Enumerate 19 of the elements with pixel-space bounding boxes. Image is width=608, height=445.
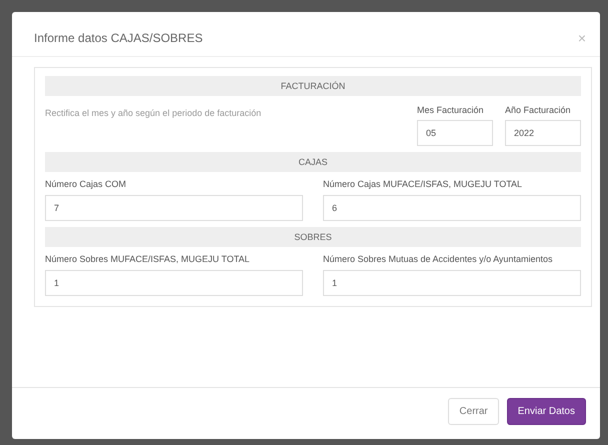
submit-button[interactable]: Enviar Datos: [506, 398, 586, 425]
input-field[interactable]: 1: [45, 270, 303, 296]
section-heading: SOBRES: [45, 227, 581, 247]
input-field[interactable]: 7: [45, 195, 303, 221]
field-label: Número Sobres Mutuas de Accidentes y/o Ayuntamientos: [323, 253, 554, 266]
field-label: Número Cajas COM: [45, 178, 128, 191]
close-button[interactable]: Cerrar: [448, 398, 499, 425]
input-field[interactable]: 6: [323, 195, 581, 221]
input-field[interactable]: 05: [417, 120, 493, 146]
modal-title: Informe datos CAJAS/SOBRES: [34, 31, 203, 45]
input-field[interactable]: 1: [323, 270, 581, 296]
field-label: Número Cajas MUFACE/ISFAS, MUGEJU TOTAL: [323, 178, 524, 191]
field-label: Mes Facturación: [417, 104, 485, 117]
help-text: Rectifica el mes y año según el periodo de facturación: [45, 107, 262, 118]
section-heading: FACTURACIÓN: [45, 76, 581, 96]
field-label: Número Sobres MUFACE/ISFAS, MUGEJU TOTAL: [45, 253, 251, 266]
field-label: Año Facturación: [505, 104, 572, 117]
input-field[interactable]: 2022: [505, 120, 581, 146]
section-heading: CAJAS: [45, 152, 581, 172]
